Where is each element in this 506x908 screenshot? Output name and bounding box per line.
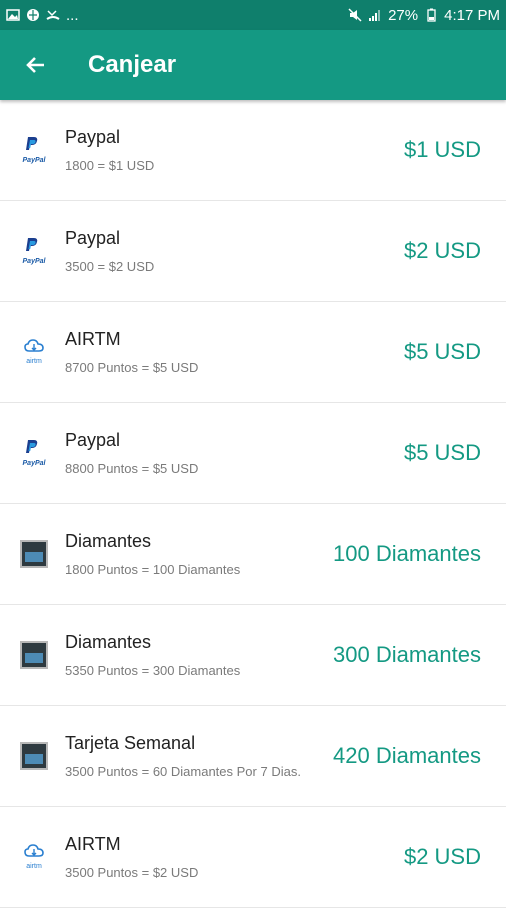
- game-card-icon: [19, 741, 49, 771]
- reward-title: Paypal: [65, 430, 121, 450]
- reward-subtitle: 8700 Puntos = $5 USD: [65, 360, 199, 375]
- reward-row-5[interactable]: Diamantes 1800 Puntos = 100 Diamantes 10…: [0, 504, 506, 605]
- reward-value: $5 USD: [403, 440, 481, 465]
- game-icon: [19, 640, 49, 670]
- reward-text: Paypal 8800 Puntos = $5 USD: [65, 430, 404, 476]
- reward-row-2[interactable]: PayPal Paypal 3500 = $2 USD $2 USD: [0, 201, 506, 302]
- reward-title: Diamantes: [65, 632, 152, 652]
- paypal-icon: PayPal: [19, 236, 49, 266]
- arrow-left-icon: [26, 57, 44, 73]
- reward-row-7[interactable]: Tarjeta Semanal 3500 Puntos = 60 Diamant…: [0, 706, 506, 807]
- reward-value: 300 Diamantes: [333, 642, 481, 667]
- rewards-list: PayPal Paypal 1800 = $1 USD $1 USD PayPa…: [0, 100, 506, 908]
- reward-row-6[interactable]: Diamantes 5350 Puntos = 300 Diamantes 30…: [0, 605, 506, 706]
- gallery-icon: [6, 9, 20, 21]
- paypal-icon: PayPal: [19, 438, 49, 468]
- reward-text: Diamantes 1800 Puntos = 100 Diamantes: [65, 531, 333, 577]
- reward-text: AIRTM 8700 Puntos = $5 USD: [65, 329, 404, 375]
- reward-subtitle: 3500 Puntos = 60 Diamantes Por 7 Dias.: [65, 764, 301, 779]
- missed-call-icon: [46, 10, 60, 20]
- globe-icon: [27, 9, 39, 21]
- reward-value: $2 USD: [403, 844, 481, 869]
- signal-icon: [369, 10, 381, 21]
- status-left: ...: [6, 7, 79, 24]
- reward-value: 100 Diamantes: [333, 541, 481, 566]
- status-bar: ... 27% 4:17 PM: [0, 0, 506, 30]
- battery-percent: 27%: [388, 6, 419, 24]
- reward-value: $5 USD: [403, 339, 481, 364]
- reward-text: Tarjeta Semanal 3500 Puntos = 60 Diamant…: [65, 733, 333, 779]
- battery-icon: [427, 8, 436, 22]
- reward-value: $1 USD: [403, 137, 481, 162]
- reward-value: 420 Diamantes: [333, 743, 481, 768]
- paypal-icon: PayPal: [19, 135, 49, 165]
- reward-row-1[interactable]: PayPal Paypal 1800 = $1 USD $1 USD: [0, 100, 506, 201]
- reward-title: AIRTM: [65, 834, 121, 854]
- status-more-dots: ...: [66, 6, 79, 24]
- reward-subtitle: 5350 Puntos = 300 Diamantes: [65, 663, 241, 678]
- reward-subtitle: 1800 = $1 USD: [65, 158, 155, 173]
- reward-title: AIRTM: [65, 329, 121, 349]
- reward-title: Paypal: [65, 228, 121, 248]
- reward-title: Tarjeta Semanal: [65, 733, 196, 753]
- reward-text: Diamantes 5350 Puntos = 300 Diamantes: [65, 632, 333, 678]
- reward-text: AIRTM 3500 Puntos = $2 USD: [65, 834, 404, 880]
- reward-subtitle: 3500 Puntos = $2 USD: [65, 865, 199, 880]
- reward-row-8[interactable]: airtm AIRTM 3500 Puntos = $2 USD $2 USD: [0, 807, 506, 908]
- airtm-icon: airtm: [19, 842, 49, 872]
- reward-row-4[interactable]: PayPal Paypal 8800 Puntos = $5 USD $5 US…: [0, 403, 506, 504]
- reward-subtitle: 1800 Puntos = 100 Diamantes: [65, 562, 241, 577]
- back-button[interactable]: [0, 30, 70, 100]
- reward-text: Paypal 3500 = $2 USD: [65, 228, 404, 274]
- reward-title: Diamantes: [65, 531, 152, 551]
- reward-row-3[interactable]: airtm AIRTM 8700 Puntos = $5 USD $5 USD: [0, 302, 506, 403]
- mute-icon: [348, 8, 362, 22]
- page-title: Canjear: [88, 51, 177, 78]
- reward-subtitle: 3500 = $2 USD: [65, 259, 155, 274]
- clock-time: 4:17 PM: [444, 6, 500, 24]
- reward-text: Paypal 1800 = $1 USD: [65, 127, 404, 173]
- airtm-icon: airtm: [19, 337, 49, 367]
- status-right: 27% 4:17 PM: [348, 7, 500, 24]
- reward-title: Paypal: [65, 127, 121, 147]
- app-bar: Canjear: [0, 30, 506, 100]
- reward-subtitle: 8800 Puntos = $5 USD: [65, 461, 199, 476]
- reward-value: $2 USD: [403, 238, 481, 263]
- game-icon: [19, 539, 49, 569]
